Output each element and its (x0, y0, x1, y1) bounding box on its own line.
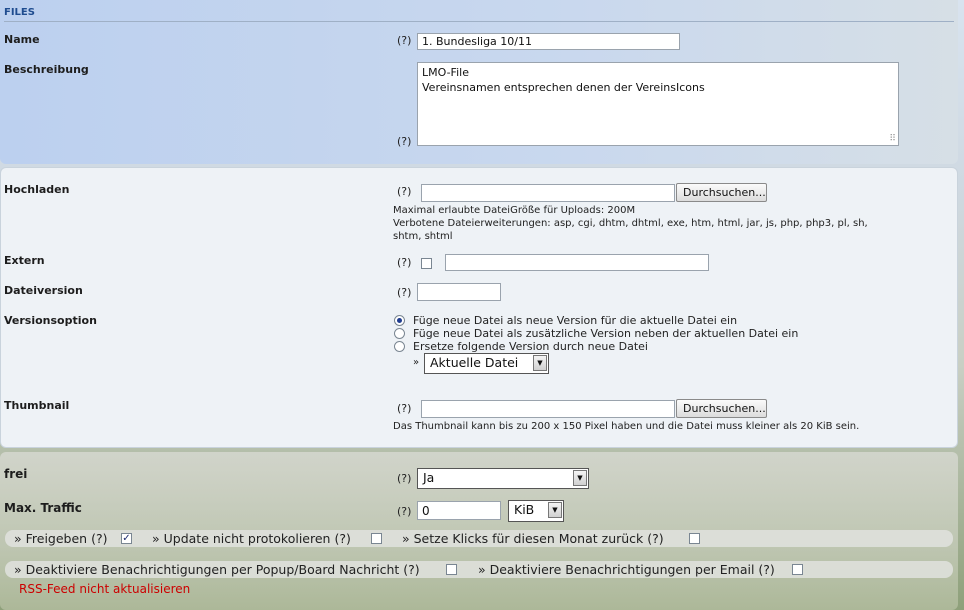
chevron-down-icon[interactable]: ▼ (548, 502, 562, 518)
versionsoption-label: Versionsoption (4, 314, 97, 327)
extern-url-input[interactable] (445, 254, 709, 271)
traffic-label: Max. Traffic (4, 501, 82, 515)
name-help[interactable]: (?) (397, 34, 411, 47)
version-option-radio-new-version[interactable] (394, 315, 405, 326)
popup-checkbox[interactable] (446, 564, 457, 575)
version-option-radio-replace[interactable] (394, 341, 405, 352)
upload-forbidden-line2: shtm, shtml (393, 231, 453, 242)
options-bar-2: » Deaktiviere Benachrichtigungen per Pop… (5, 561, 953, 578)
hochladen-label: Hochladen (4, 183, 70, 196)
upload-max-size: Maximal erlaubte DateiGröße für Uploads:… (393, 205, 636, 216)
version-option-label-additional: Füge neue Datei als zusätzliche Version … (413, 327, 799, 340)
update-label: » Update nicht protokolieren (?) (152, 531, 351, 546)
options-bar-1: » Freigeben (?) ✓ » Update nicht protoko… (5, 530, 953, 547)
thumbnail-help[interactable]: (?) (397, 402, 411, 415)
extern-help[interactable]: (?) (397, 256, 411, 269)
beschreibung-help[interactable]: (?) (397, 135, 411, 148)
frei-help[interactable]: (?) (397, 472, 411, 485)
thumbnail-label: Thumbnail (4, 399, 70, 412)
name-input[interactable] (417, 33, 680, 50)
resize-grip-icon[interactable]: ⠿ (889, 134, 896, 144)
chevron-down-icon[interactable]: ▼ (573, 470, 587, 486)
version-option-label-replace: Ersetze folgende Version durch neue Date… (413, 340, 648, 353)
version-option-label-new-version: Füge neue Datei als neue Version für die… (413, 314, 738, 327)
replace-version-select-value: Aktuelle Datei (430, 355, 519, 370)
frei-label: frei (4, 467, 28, 481)
version-option-radio-additional[interactable] (394, 328, 405, 339)
frei-select-value: Ja (423, 470, 435, 485)
beschreibung-line1: LMO-File (422, 66, 469, 79)
upload-browse-button[interactable]: Durchsuchen... (676, 183, 767, 202)
thumbnail-hint: Das Thumbnail kann bis zu 200 x 150 Pixe… (393, 421, 860, 432)
rss-warning: RSS-Feed nicht aktualisieren (19, 582, 191, 596)
dateiversion-label: Dateiversion (4, 284, 83, 297)
klicks-checkbox[interactable] (689, 533, 700, 544)
chevron-down-icon[interactable]: ▼ (533, 355, 547, 371)
update-checkbox[interactable] (371, 533, 382, 544)
section-divider (4, 21, 954, 22)
upload-forbidden-line1: Verbotene Dateierweiterungen: asp, cgi, … (393, 218, 868, 229)
traffic-unit-value: KiB (514, 502, 535, 517)
freigeben-checkbox[interactable]: ✓ (121, 533, 132, 544)
section-title: FILES (4, 7, 35, 18)
klicks-label: » Setze Klicks für diesen Monat zurück (… (402, 531, 664, 546)
freigeben-label: » Freigeben (?) (14, 531, 108, 546)
frei-select[interactable]: Ja ▼ (417, 468, 589, 489)
popup-label: » Deaktiviere Benachrichtigungen per Pop… (14, 562, 420, 577)
traffic-unit-select[interactable]: KiB ▼ (508, 500, 564, 522)
replace-version-select[interactable]: Aktuelle Datei ▼ (424, 353, 549, 374)
extern-checkbox[interactable] (421, 258, 432, 269)
dateiversion-input[interactable] (417, 283, 501, 301)
traffic-help[interactable]: (?) (397, 505, 411, 518)
thumbnail-file-input[interactable] (421, 400, 675, 418)
email-checkbox[interactable] (792, 564, 803, 575)
traffic-input[interactable] (417, 501, 501, 520)
beschreibung-textarea[interactable]: LMO-File Vereinsnamen entsprechen denen … (417, 62, 899, 146)
beschreibung-label: Beschreibung (4, 63, 89, 76)
extern-label: Extern (4, 254, 45, 267)
replace-bullet-icon: » (413, 357, 420, 368)
beschreibung-line2: Vereinsnamen entsprechen denen der Verei… (422, 81, 705, 94)
upload-file-input[interactable] (421, 184, 675, 202)
thumbnail-browse-button[interactable]: Durchsuchen... (676, 399, 767, 418)
hochladen-help[interactable]: (?) (397, 185, 411, 198)
dateiversion-help[interactable]: (?) (397, 286, 411, 299)
email-label: » Deaktiviere Benachrichtigungen per Ema… (478, 562, 775, 577)
name-label: Name (4, 33, 40, 46)
